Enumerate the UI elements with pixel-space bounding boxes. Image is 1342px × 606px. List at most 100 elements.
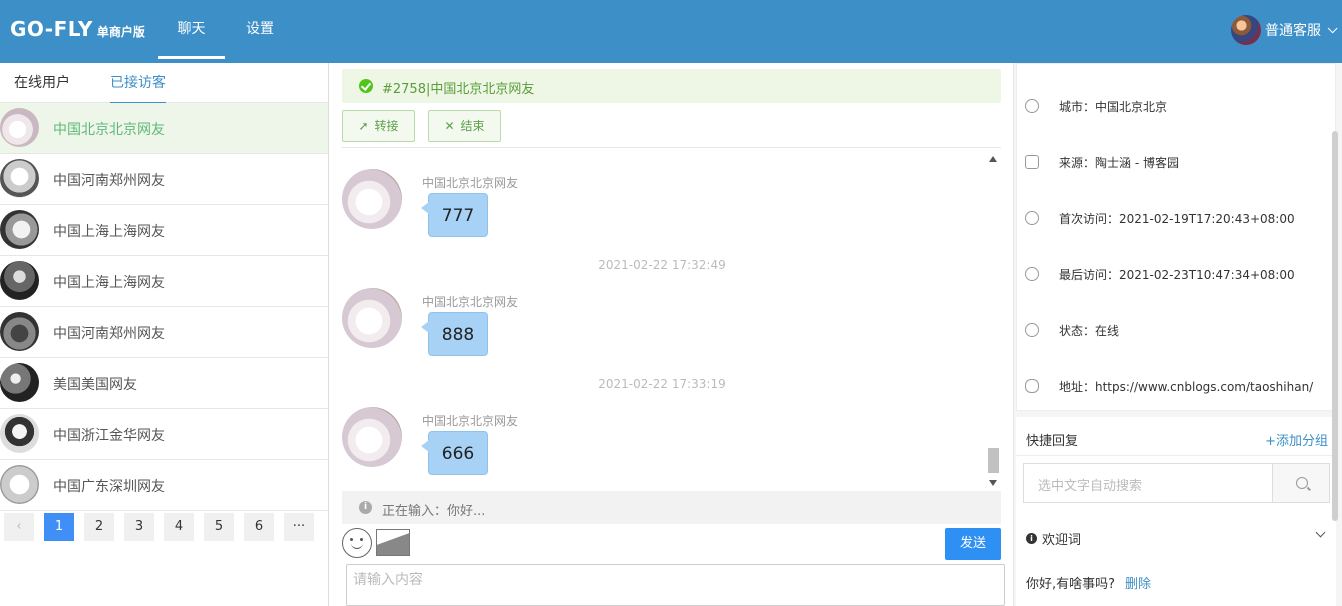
last-visit-text: 最后访问：2021-02-23T10:47:34+08:00: [1059, 267, 1295, 282]
tab-online-users[interactable]: 在线用户: [14, 63, 70, 103]
quick-reply-panel: 快捷回复 +添加分组 选中文字自动搜索 i 欢迎词 你好,有啥事吗? 删除: [1016, 417, 1336, 606]
avatar: [0, 465, 39, 504]
visitor-item[interactable]: 中国河南郑州网友: [0, 154, 328, 205]
message-sender: 中国北京北京网友: [422, 176, 519, 190]
user-menu[interactable]: 普通客服: [1231, 14, 1338, 46]
app-logo: GO-FLY 单商户版: [10, 17, 145, 41]
message-sender: 中国北京北京网友: [422, 414, 519, 428]
visitor-panel: 在线用户 已接访客 中国北京北京网友 中国河南郑州网友 中国上海上海网友 中国上…: [0, 63, 329, 606]
nav-tab-chat[interactable]: 聊天: [158, 0, 225, 63]
visitor-item[interactable]: 中国上海上海网友: [0, 256, 328, 307]
scroll-up-icon[interactable]: [989, 156, 997, 162]
visitor-info-card: 城市：中国北京北京 来源：陶士涵 - 博客园 首次访问：2021-02-19T1…: [1016, 63, 1336, 411]
avatar: [0, 210, 39, 249]
add-group-link[interactable]: +添加分组: [1265, 430, 1328, 449]
chat-panel: #2758|中国北京北京网友 ➚ 转接 ✕ 结束 中国北京北京网友 777 2021…: [330, 63, 1012, 606]
image-upload-icon[interactable]: [376, 529, 410, 556]
logo-text: GO-FLY: [10, 17, 93, 41]
search-button[interactable]: [1272, 463, 1330, 503]
visitor-item[interactable]: 中国上海上海网友: [0, 205, 328, 256]
visitor-name: 中国河南郑州网友: [53, 173, 165, 189]
prev-page-button[interactable]: ‹: [4, 513, 34, 541]
visitor-name: 中国广东深圳网友: [53, 479, 165, 495]
message-sender: 中国北京北京网友: [422, 295, 519, 309]
visitor-name: 中国河南郑州网友: [53, 326, 165, 342]
close-icon: ✕: [444, 119, 455, 133]
typing-text: 正在输入：你好...: [382, 504, 486, 519]
page-button-3[interactable]: 3: [124, 513, 154, 541]
page-button-5[interactable]: 5: [204, 513, 234, 541]
message-bubble: 888: [421, 312, 488, 356]
top-header: GO-FLY 单商户版 聊天 设置 普通客服: [0, 0, 1342, 63]
visitor-item[interactable]: 中国河南郑州网友: [0, 307, 328, 358]
clock-icon: [1025, 211, 1039, 225]
page-button-4[interactable]: 4: [164, 513, 194, 541]
reply-group-header[interactable]: i 欢迎词: [1026, 529, 1081, 548]
info-source: 来源：陶士涵 - 博客园: [1025, 153, 1179, 171]
quick-reply-search-input[interactable]: 选中文字自动搜索: [1023, 463, 1273, 503]
message-bubble: 666: [421, 431, 488, 475]
reply-text: 你好,有啥事吗?: [1026, 577, 1116, 592]
page-button-6[interactable]: 6: [244, 513, 274, 541]
page-button-2[interactable]: 2: [84, 513, 114, 541]
visitor-name: 中国上海上海网友: [53, 275, 165, 291]
page-button-1[interactable]: 1: [44, 513, 74, 541]
divider: [1016, 455, 1336, 456]
nav-tab-settings[interactable]: 设置: [236, 0, 284, 63]
scroll-thumb[interactable]: [988, 448, 999, 473]
visitor-name: 中国北京北京网友: [53, 122, 165, 138]
end-label: 结束: [460, 119, 485, 133]
paperclip-icon: [1025, 379, 1039, 393]
status-x-icon: [1025, 323, 1039, 337]
avatar: [0, 363, 39, 402]
scroll-thumb[interactable]: [1332, 131, 1338, 521]
info-first-visit: 首次访问：2021-02-19T17:20:43+08:00: [1025, 209, 1295, 227]
chevron-down-icon[interactable]: [1315, 527, 1326, 538]
info-city: 城市：中国北京北京: [1025, 97, 1167, 115]
message-input[interactable]: 请输入内容: [346, 564, 1005, 606]
delete-link[interactable]: 删除: [1125, 577, 1151, 592]
address-text: 地址：https://www.cnblogs.com/taoshihan/: [1059, 379, 1314, 394]
quick-reply-item[interactable]: 你好,有啥事吗? 删除: [1026, 573, 1151, 592]
visitor-tabs: 在线用户 已接访客: [0, 63, 328, 104]
info-status: 状态：在线: [1025, 321, 1119, 339]
transfer-label: 转接: [374, 119, 399, 133]
visitor-item[interactable]: 美国美国网友: [0, 358, 328, 409]
visitor-info-panel: 城市：中国北京北京 来源：陶士涵 - 博客园 首次访问：2021-02-19T1…: [1013, 63, 1342, 606]
chat-title: #2758|中国北京北京网友: [382, 82, 535, 97]
info-last-visit: 最后访问：2021-02-23T10:47:34+08:00: [1025, 265, 1295, 283]
visitor-item[interactable]: 中国广东深圳网友: [0, 460, 328, 511]
info-scrollbar[interactable]: [1332, 65, 1340, 605]
visitor-item[interactable]: 中国北京北京网友: [0, 103, 328, 154]
message-timestamp: 2021-02-22 17:32:49: [598, 258, 726, 272]
tab-received-visitors[interactable]: 已接访客: [110, 63, 166, 104]
signpost-icon: [1025, 155, 1039, 169]
emoji-icon[interactable]: [342, 528, 372, 558]
typing-indicator: i 正在输入：你好...: [342, 491, 1001, 524]
end-chat-button[interactable]: ✕ 结束: [428, 110, 501, 142]
edition-label: 单商户版: [96, 25, 145, 39]
scroll-down-icon[interactable]: [989, 480, 997, 486]
quick-reply-title: 快捷回复: [1026, 434, 1079, 449]
user-name: 普通客服: [1265, 23, 1321, 39]
check-circle-icon: [359, 79, 373, 93]
chat-scrollbar[interactable]: [985, 148, 1001, 491]
avatar: [0, 108, 39, 147]
avatar: [1231, 15, 1261, 45]
info-icon: i: [359, 501, 372, 514]
clock-icon: [1025, 267, 1039, 281]
chevron-down-icon: [1327, 22, 1338, 33]
pagination: ‹ 1 2 3 4 5 6 ···: [0, 511, 328, 543]
more-pages-button[interactable]: ···: [284, 513, 314, 541]
avatar: [0, 312, 39, 351]
visitor-name: 中国上海上海网友: [53, 224, 165, 240]
send-button[interactable]: 发送: [945, 528, 1001, 560]
location-icon: [1025, 99, 1039, 113]
chat-title-bar: #2758|中国北京北京网友: [342, 69, 1001, 103]
message-list[interactable]: 中国北京北京网友 777 2021-02-22 17:32:49 中国北京北京网…: [342, 147, 1001, 491]
source-text: 来源：陶士涵 - 博客园: [1059, 155, 1179, 170]
visitor-item[interactable]: 中国浙江金华网友: [0, 409, 328, 460]
transfer-button[interactable]: ➚ 转接: [342, 110, 415, 142]
visitor-name: 中国浙江金华网友: [53, 428, 165, 444]
avatar: [0, 261, 39, 300]
